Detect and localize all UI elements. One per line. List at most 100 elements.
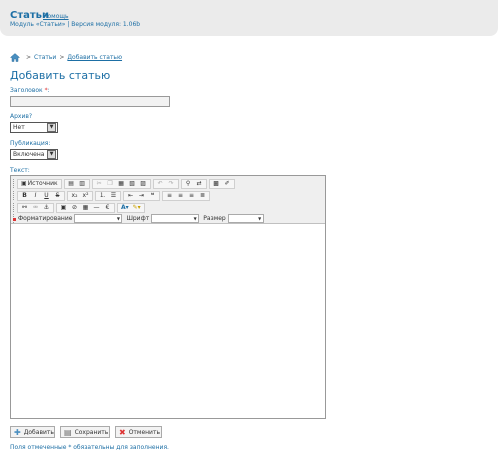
toolbar-group: ▤ ▥ — [63, 178, 90, 189]
format-label: Форматирование — [18, 215, 73, 222]
title-label: Заголовок *: — [10, 87, 50, 94]
required-fields-note: Поля отмеченные * обязательны для заполн… — [10, 444, 169, 451]
chevron-down-icon: ▼ — [116, 216, 120, 221]
save-icon: ▤ — [64, 427, 72, 437]
unlink-icon[interactable]: ⚮ — [31, 203, 40, 212]
toolbar-collapse-icon[interactable] — [13, 218, 16, 221]
remove-format-icon[interactable]: ✐ — [223, 179, 232, 188]
archive-value: Нет — [13, 124, 25, 131]
format-combo[interactable]: ▼ — [74, 214, 123, 223]
outdent-icon[interactable]: ⇤ — [126, 191, 135, 200]
cancel-button[interactable]: ✖ Отменить — [115, 426, 162, 438]
archive-select[interactable]: Нет ▼ — [10, 122, 58, 133]
plus-icon: ✚ — [14, 427, 21, 437]
toolbar-group: ▩ ✐ — [208, 178, 235, 189]
save-button[interactable]: ▤ Сохранить — [60, 426, 110, 438]
save-doc-icon[interactable]: ▤ — [67, 179, 76, 188]
editor-content-area[interactable] — [11, 225, 325, 418]
font-label: Шрифт — [126, 215, 150, 222]
subscript-icon[interactable]: x₂ — [70, 191, 79, 200]
font-combo[interactable]: ▼ — [151, 214, 200, 223]
flash-icon[interactable]: ⊘ — [70, 203, 79, 212]
breadcrumb: > Статьи > Добавить статью — [10, 53, 122, 62]
chevron-down-icon: ▼ — [47, 150, 56, 159]
superscript-icon[interactable]: x² — [81, 191, 90, 200]
bulleted-list-icon[interactable]: ☰ — [109, 191, 118, 200]
blockquote-icon[interactable]: ❝ — [148, 191, 157, 200]
italic-icon[interactable]: I — [31, 191, 40, 200]
publish-label: Публикация: — [10, 140, 51, 147]
breadcrumb-articles[interactable]: Статьи — [34, 54, 56, 61]
add-button-label: Добавить — [23, 428, 54, 436]
align-center-icon[interactable]: ≡ — [176, 191, 185, 200]
image-icon[interactable]: ▣ — [59, 203, 68, 212]
toolbar-group: A▾ ✎▾ — [117, 202, 145, 213]
breadcrumb-separator: > — [26, 54, 32, 61]
paste-word-icon[interactable]: ▨ — [139, 179, 148, 188]
toolbar-group: ⒈ ☰ — [95, 190, 121, 201]
toolbar-row-3: ⚯ ⚮ ⚓ ▣ ⊘ ▦ — € A▾ ✎▾ — [11, 202, 147, 213]
toolbar-row-2: B I U S x₂ x² ⒈ ☰ ⇤ ⇥ ❝ ≡ ≡ ≡ ≣ — [11, 190, 212, 201]
strikethrough-icon[interactable]: S — [53, 191, 62, 200]
chevron-down-icon: ▼ — [47, 123, 56, 132]
archive-label: Архив? — [10, 113, 33, 120]
toolbar-grip — [13, 203, 15, 212]
special-char-icon[interactable]: € — [103, 203, 112, 212]
add-button[interactable]: ✚ Добавить — [10, 426, 55, 438]
toolbar-group: ⇤ ⇥ ❝ — [123, 190, 160, 201]
toolbar-group: ⚲ ⇄ — [180, 178, 207, 189]
module-version-info: Модуль «Статьи» | Версия модуля: 1.06b — [10, 21, 141, 28]
publish-value: Включена — [13, 151, 45, 158]
publish-select[interactable]: Включена ▼ — [10, 149, 58, 160]
text-color-icon[interactable]: A▾ — [120, 203, 130, 212]
toolbar-row-4: Форматирование ▼ Шрифт ▼ Размер ▼ — [11, 213, 267, 224]
background-color-icon[interactable]: ✎▾ — [132, 203, 142, 212]
module-header: Статьи Помощь Модуль «Статьи» | Версия м… — [0, 0, 498, 36]
source-label: Источник — [27, 179, 58, 187]
chevron-down-icon: ▼ — [258, 216, 262, 221]
find-icon[interactable]: ⚲ — [184, 179, 193, 188]
replace-icon[interactable]: ⇄ — [195, 179, 204, 188]
toolbar-grip — [13, 179, 15, 188]
source-button[interactable]: ▣ Источник — [20, 179, 59, 188]
home-icon[interactable] — [10, 53, 20, 62]
numbered-list-icon[interactable]: ⒈ — [98, 191, 107, 200]
size-combo[interactable]: ▼ — [227, 214, 264, 223]
anchor-icon[interactable]: ⚓ — [42, 203, 51, 212]
toolbar-row-1: ▣ Источник ▤ ▥ ✂ ❐ ▦ ▧ ▨ ↶ ↷ ⚲ ⇄ ▩ ✐ — [11, 178, 237, 189]
bold-icon[interactable]: B — [20, 191, 29, 200]
save-button-label: Сохранить — [74, 428, 109, 436]
size-label: Размер — [203, 215, 226, 222]
close-icon: ✖ — [119, 427, 126, 437]
indent-icon[interactable]: ⇥ — [137, 191, 146, 200]
align-left-icon[interactable]: ≡ — [165, 191, 174, 200]
help-link[interactable]: Помощь — [43, 13, 69, 20]
preview-icon[interactable]: ▥ — [78, 179, 87, 188]
toolbar-group: ↶ ↷ — [152, 178, 179, 189]
toolbar-group: x₂ x² — [67, 190, 93, 201]
cut-icon[interactable]: ✂ — [95, 179, 104, 188]
rich-text-editor: ▣ Источник ▤ ▥ ✂ ❐ ▦ ▧ ▨ ↶ ↷ ⚲ ⇄ ▩ ✐ B I… — [10, 175, 326, 419]
toolbar-group: B I U S — [17, 190, 65, 201]
chevron-down-icon: ▼ — [193, 216, 197, 221]
breadcrumb-separator: > — [59, 54, 65, 61]
horizontal-rule-icon[interactable]: — — [92, 203, 101, 212]
copy-icon[interactable]: ❐ — [106, 179, 115, 188]
link-icon[interactable]: ⚯ — [20, 203, 29, 212]
editor-toolbar: ▣ Источник ▤ ▥ ✂ ❐ ▦ ▧ ▨ ↶ ↷ ⚲ ⇄ ▩ ✐ B I… — [11, 176, 325, 224]
title-input[interactable] — [10, 96, 170, 107]
select-all-icon[interactable]: ▩ — [212, 179, 221, 188]
table-icon[interactable]: ▦ — [81, 203, 90, 212]
undo-icon[interactable]: ↶ — [156, 179, 165, 188]
toolbar-grip — [13, 191, 15, 200]
align-right-icon[interactable]: ≡ — [187, 191, 196, 200]
paste-text-icon[interactable]: ▧ — [128, 179, 137, 188]
align-justify-icon[interactable]: ≣ — [198, 191, 207, 200]
toolbar-group: ⚯ ⚮ ⚓ — [17, 202, 54, 213]
breadcrumb-add-article[interactable]: Добавить статью — [67, 54, 122, 61]
toolbar-group: ✂ ❐ ▦ ▧ ▨ — [91, 178, 151, 189]
paste-icon[interactable]: ▦ — [117, 179, 126, 188]
redo-icon[interactable]: ↷ — [167, 179, 176, 188]
underline-icon[interactable]: U — [42, 191, 51, 200]
page-title: Добавить статью — [10, 69, 111, 82]
